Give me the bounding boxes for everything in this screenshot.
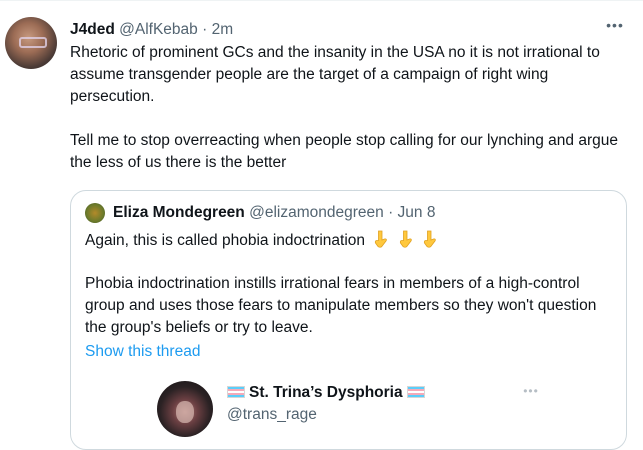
quoted-header: Eliza Mondegreen @elizamondegreen · Jun … (113, 204, 435, 222)
more-options-icon: ••• (523, 384, 539, 398)
tweet-text: Rhetoric of prominent GCs and the insani… (70, 44, 618, 171)
quoted-author-handle: @elizamondegreen (249, 204, 384, 221)
transgender-flag-icon (227, 386, 245, 398)
show-thread-link[interactable]: Show this thread (85, 343, 200, 361)
face-detail (176, 401, 194, 423)
quoted-paragraph: Phobia indoctrination instills irrationa… (85, 275, 597, 336)
divider (0, 0, 643, 1)
quoted-text-line: Again, this is called phobia indoctrinat… (85, 230, 438, 252)
pointing-down-hand-icon (375, 230, 388, 248)
author-name[interactable]: J4ded (70, 21, 115, 38)
avatar[interactable] (5, 17, 57, 69)
glasses-detail (19, 37, 47, 48)
embedded-name-text: St. Trina’s Dysphoria (249, 384, 403, 401)
transgender-flag-icon (406, 386, 425, 398)
quoted-tweet[interactable]: Eliza Mondegreen @elizamondegreen · Jun … (70, 190, 627, 450)
author-handle[interactable]: @AlfKebab (119, 21, 198, 38)
quoted-avatar[interactable] (85, 203, 105, 223)
tweet-timestamp[interactable]: 2m (212, 21, 234, 38)
pointing-down-hand-icon (399, 230, 412, 248)
embedded-handle: @trans_rage (227, 406, 317, 423)
quoted-timestamp: Jun 8 (397, 204, 436, 221)
separator-dot: · (388, 204, 394, 221)
separator-dot: · (202, 21, 208, 38)
embedded-display-name: St. Trina’s Dysphoria (227, 384, 425, 402)
embedded-avatar (157, 381, 213, 437)
quoted-author-name: Eliza Mondegreen (113, 204, 245, 221)
more-options-icon[interactable]: ••• (604, 17, 626, 35)
quoted-text-intro: Again, this is called phobia indoctrinat… (85, 232, 366, 249)
tweet[interactable]: J4ded @AlfKebab · 2m ••• Rhetoric of pro… (0, 0, 643, 450)
pointing-down-hand-icon (423, 230, 436, 248)
tweet-header: J4ded @AlfKebab · 2m (70, 21, 233, 39)
